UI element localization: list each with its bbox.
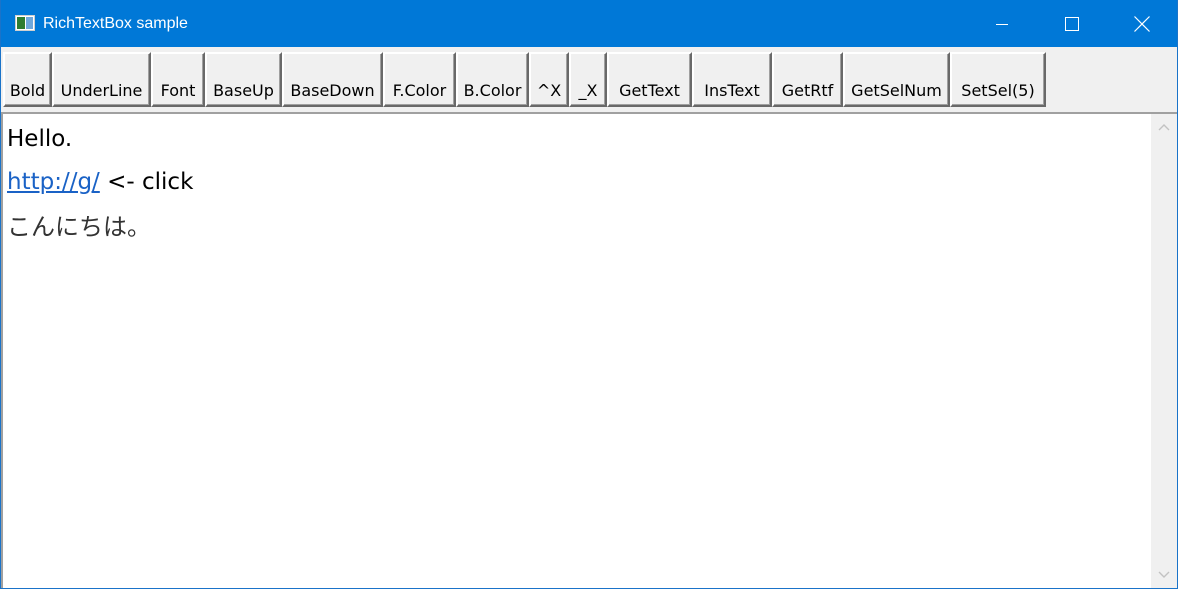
minimize-icon (996, 23, 1008, 25)
toolbar: Bold UnderLine Font BaseUp BaseDown F.Co… (1, 47, 1177, 111)
chevron-up-icon (1158, 124, 1170, 131)
window-title: RichTextBox sample (43, 15, 188, 32)
basedown-button[interactable]: BaseDown (282, 52, 383, 107)
setsel-button[interactable]: SetSel(5) (950, 52, 1046, 107)
instext-button[interactable]: InsText (692, 52, 772, 107)
getrtf-button[interactable]: GetRtf (772, 52, 843, 107)
link-hint-text: <- click (99, 169, 194, 195)
text-line-link: http://g/ <- click (7, 167, 193, 197)
subscript-button[interactable]: _X (569, 52, 607, 107)
app-window: RichTextBox sample Bold UnderLine Font B… (0, 0, 1178, 589)
hyperlink[interactable]: http://g/ (7, 169, 100, 195)
baseup-button[interactable]: BaseUp (205, 52, 282, 107)
font-button[interactable]: Font (151, 52, 205, 107)
underline-button[interactable]: UnderLine (52, 52, 151, 107)
close-icon (1134, 15, 1150, 32)
scroll-up-button[interactable] (1151, 114, 1177, 140)
gettext-button[interactable]: GetText (607, 52, 692, 107)
maximize-button[interactable] (1037, 0, 1107, 47)
getselnum-button[interactable]: GetSelNum (843, 52, 950, 107)
superscript-button[interactable]: ^X (529, 52, 569, 107)
text-line-hello: Hello. (7, 126, 73, 152)
vertical-scrollbar[interactable] (1151, 114, 1177, 588)
app-icon (15, 15, 35, 31)
rich-text-box[interactable]: Hello. http://g/ <- click こんにちは。 (1, 112, 1177, 588)
maximize-icon (1065, 16, 1079, 31)
close-button[interactable] (1107, 0, 1177, 47)
back-color-button[interactable]: B.Color (456, 52, 529, 107)
font-color-button[interactable]: F.Color (383, 52, 456, 107)
chevron-down-icon (1158, 571, 1170, 578)
text-line-japanese: こんにちは。 (7, 213, 151, 241)
title-bar[interactable]: RichTextBox sample (1, 0, 1177, 47)
scroll-down-button[interactable] (1151, 562, 1177, 588)
bold-button[interactable]: Bold (3, 52, 52, 107)
minimize-button[interactable] (967, 0, 1037, 47)
